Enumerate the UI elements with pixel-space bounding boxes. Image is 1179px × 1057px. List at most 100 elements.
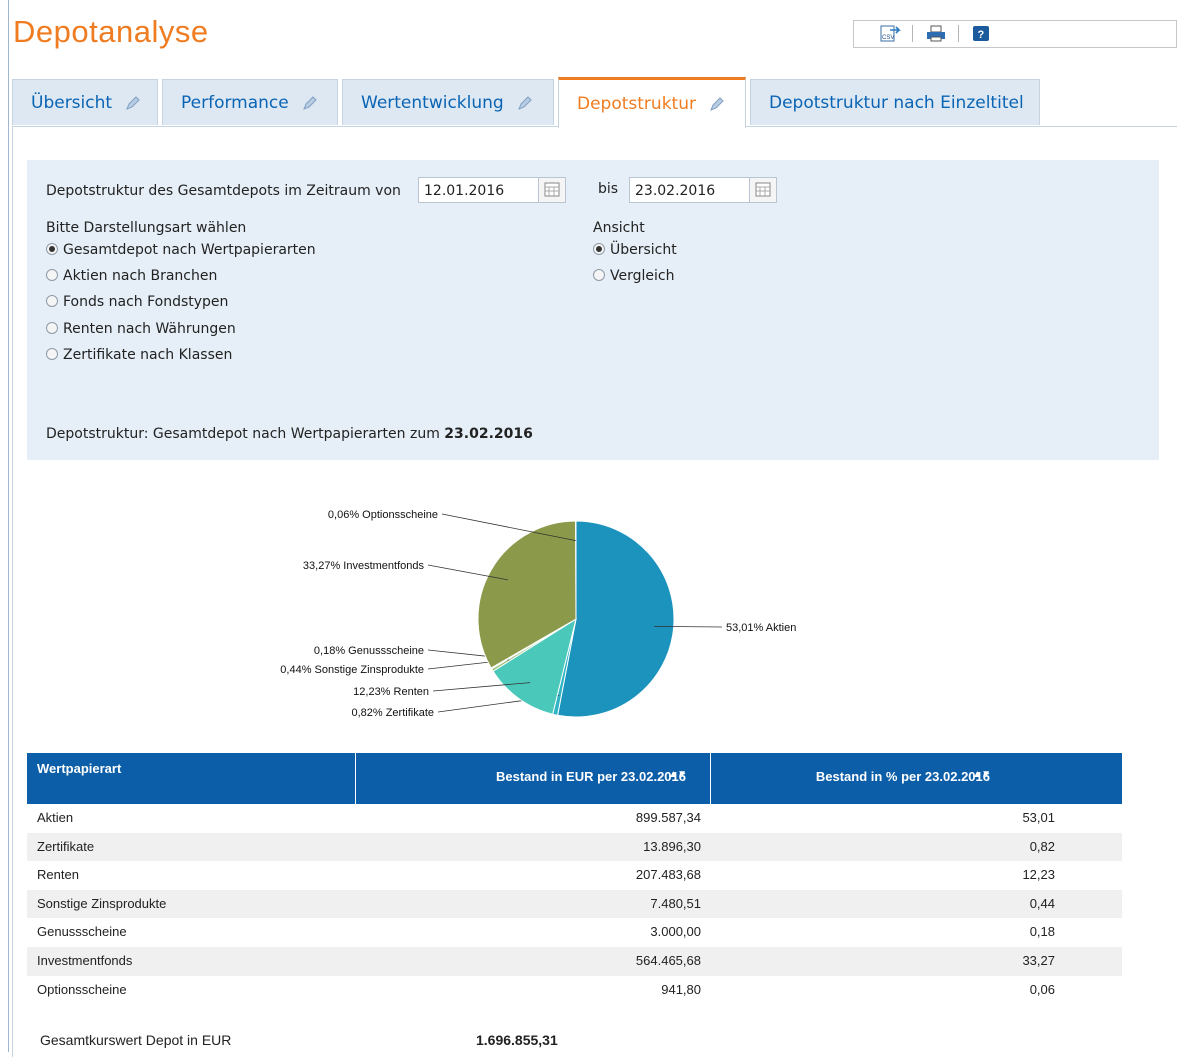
table-row: Zertifikate 13.896,30 0,82	[27, 833, 1122, 862]
radio-label: Renten nach Währungen	[63, 321, 236, 337]
table-row: Optionsscheine941,800,06	[27, 976, 1122, 1005]
radio-button[interactable]	[46, 295, 58, 307]
tab-label: Wertentwicklung	[361, 93, 504, 113]
summary-date: 23.02.2016	[444, 426, 533, 442]
table-row: Aktien 899.587,34 53,01	[27, 804, 1122, 833]
print-icon[interactable]	[926, 25, 946, 42]
tab-depotstruktur[interactable]: Depotstruktur	[558, 77, 746, 128]
radio-button[interactable]	[593, 243, 605, 255]
date-from-value: 12.01.2016	[424, 183, 504, 199]
radio-label: Fonds nach Fondstypen	[63, 294, 228, 310]
pie-label: 33,27% Investmentfonds	[303, 560, 425, 572]
radio-aktien-branchen[interactable]: Aktien nach Branchen	[46, 268, 217, 284]
calendar-icon[interactable]	[538, 178, 565, 202]
pie-label: 0,82% Zertifikate	[351, 707, 434, 719]
radio-renten-waehrungen[interactable]: Renten nach Währungen	[46, 321, 236, 337]
column-header-wertpapierart[interactable]: Wertpapierart	[27, 753, 356, 804]
radio-button[interactable]	[46, 243, 58, 255]
cell-type: Genussscheine	[37, 924, 127, 939]
holdings-table: Wertpapierart Bestand in EUR per 23.02.2…	[27, 753, 1122, 1004]
radio-button[interactable]	[46, 322, 58, 334]
to-label: bis	[598, 181, 618, 197]
cell-percent: 0,82	[1030, 839, 1055, 854]
radio-label: Zertifikate nach Klassen	[63, 347, 232, 363]
radio-gesamtdepot[interactable]: Gesamtdepot nach Wertpapierarten	[46, 242, 316, 258]
column-header-bestand-eur[interactable]: Bestand in EUR per 23.02.2016▲▼	[356, 753, 711, 804]
radio-button[interactable]	[46, 348, 58, 360]
table-row: Genussscheine 3.000,00 0,18	[27, 918, 1122, 947]
column-header-bestand-prozent[interactable]: Bestand in % per 23.02.2016▲▼	[711, 753, 1122, 804]
display-type-label: Bitte Darstellungsart wählen	[46, 220, 246, 236]
toolbar-separator	[958, 25, 959, 42]
cell-percent: 33,27	[1022, 953, 1055, 968]
radio-label: Vergleich	[610, 268, 674, 284]
total-label: Gesamtkurswert Depot in EUR	[40, 1032, 231, 1048]
cell-percent: 53,01	[1022, 810, 1055, 825]
cell-eur: 899.587,34	[636, 810, 701, 825]
pencil-icon	[125, 95, 141, 111]
help-icon[interactable]: ?	[972, 25, 990, 42]
radio-button[interactable]	[46, 269, 58, 281]
cell-type: Zertifikate	[37, 839, 94, 854]
csv-export-icon[interactable]: CSV	[880, 25, 902, 42]
header-label: Bestand in EUR per 23.02.2016	[496, 769, 686, 784]
tab-wertentwicklung[interactable]: Wertentwicklung	[342, 79, 554, 125]
page-title: Depotanalyse	[13, 14, 209, 50]
tab-label: Depotstruktur nach Einzeltitel	[769, 93, 1024, 113]
radio-label: Übersicht	[610, 242, 677, 258]
structure-summary: Depotstruktur: Gesamtdepot nach Wertpapi…	[46, 426, 533, 442]
cell-eur: 564.465,68	[636, 953, 701, 968]
cell-eur: 13.896,30	[643, 839, 701, 854]
cell-type: Investmentfonds	[37, 953, 132, 968]
cell-type: Optionsscheine	[37, 982, 127, 997]
radio-label: Aktien nach Branchen	[63, 268, 217, 284]
view-label: Ansicht	[593, 220, 645, 236]
date-to-field[interactable]: 23.02.2016	[629, 177, 777, 203]
cell-type: Renten	[37, 867, 79, 882]
cell-percent: 12,23	[1022, 867, 1055, 882]
cell-eur: 207.483,68	[636, 867, 701, 882]
cell-type: Aktien	[37, 810, 73, 825]
summary-text: Depotstruktur: Gesamtdepot nach Wertpapi…	[46, 426, 440, 442]
sort-icon[interactable]: ▲▼	[972, 769, 990, 780]
tab-label: Depotstruktur	[577, 94, 696, 114]
sort-icon[interactable]: ▲▼	[668, 769, 686, 780]
cell-eur: 3.000,00	[650, 924, 701, 939]
pie-label: 12,23% Renten	[353, 686, 429, 698]
pencil-icon	[709, 96, 725, 112]
calendar-icon[interactable]	[749, 178, 776, 202]
radio-zertifikate-klassen[interactable]: Zertifikate nach Klassen	[46, 347, 232, 363]
cell-percent: 0,44	[1030, 896, 1055, 911]
tab-depotstruktur-einzeltitel[interactable]: Depotstruktur nach Einzeltitel	[750, 79, 1040, 125]
filter-panel: Depotstruktur des Gesamtdepots im Zeitra…	[27, 160, 1159, 460]
header-label: Bestand in % per 23.02.2016	[816, 769, 990, 784]
radio-view-vergleich[interactable]: Vergleich	[593, 268, 674, 284]
tab-label: Performance	[181, 93, 289, 113]
table-row: Investmentfonds 564.465,68 33,27	[27, 947, 1122, 976]
svg-text:CSV: CSV	[882, 35, 894, 41]
radio-button[interactable]	[593, 269, 605, 281]
pie-label: 0,18% Genussscheine	[314, 645, 424, 657]
pencil-icon	[302, 95, 318, 111]
table-row: Sonstige Zinsprodukte7.480,510,44	[27, 890, 1122, 919]
pie-label: 0,44% Sonstige Zinsprodukte	[280, 664, 424, 676]
cell-type: Sonstige Zinsprodukte	[37, 896, 166, 911]
toolbar-separator	[912, 25, 913, 42]
date-to-value: 23.02.2016	[635, 183, 715, 199]
total-value: 1.696.855,31	[476, 1032, 558, 1048]
radio-label: Gesamtdepot nach Wertpapierarten	[63, 242, 316, 258]
tab-performance[interactable]: Performance	[162, 79, 338, 125]
pie-chart: 53,01% Aktien 0,82% Zertifikate 12,23% Ren…	[0, 480, 1179, 740]
table-row: Renten 207.483,68 12,23	[27, 861, 1122, 890]
table-header: Wertpapierart Bestand in EUR per 23.02.2…	[27, 753, 1122, 804]
svg-text:?: ?	[978, 29, 985, 41]
radio-view-uebersicht[interactable]: Übersicht	[593, 242, 677, 258]
radio-fonds-fondstypen[interactable]: Fonds nach Fondstypen	[46, 294, 228, 310]
date-from-field[interactable]: 12.01.2016	[418, 177, 566, 203]
tab-uebersicht[interactable]: Übersicht	[12, 79, 158, 125]
header-label: Wertpapierart	[37, 761, 121, 776]
cell-percent: 0,18	[1030, 924, 1055, 939]
cell-percent: 0,06	[1030, 982, 1055, 997]
pie-label: 0,06% Optionsscheine	[328, 509, 438, 521]
pie-label: 53,01% Aktien	[726, 622, 796, 634]
